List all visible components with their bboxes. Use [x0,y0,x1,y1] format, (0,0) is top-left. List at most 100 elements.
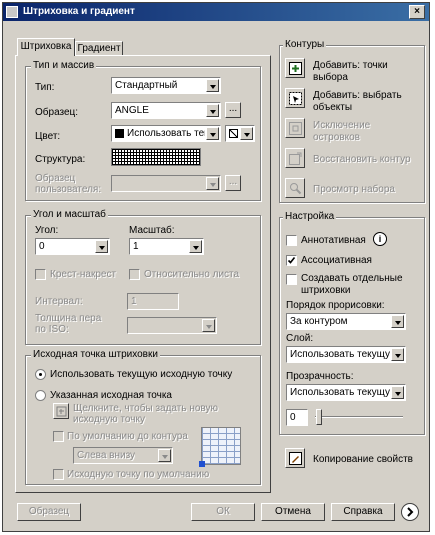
add-pick-points-label: Добавить: точки выбора [313,60,388,83]
associative-label: Ассоциативная [301,255,372,266]
recreate-boundary-label: Восстановить контур [313,154,411,165]
draw-order-combo[interactable]: За контуром [286,313,406,330]
scale-combo[interactable]: 1 [129,238,204,255]
transparency-label: Прозрачность: [286,371,354,382]
preview-button[interactable]: Образец [17,503,81,521]
pattern-browse-button[interactable]: ... [225,102,241,118]
pen-width-label: Толщина пера по ISO: [35,313,102,335]
layer-combo[interactable]: Использовать текущую [286,346,406,363]
click-set-origin-button[interactable] [53,403,69,419]
window-title: Штриховка и градиент [23,6,135,17]
chevron-down-icon[interactable] [206,127,219,140]
pick-points-icon [289,62,302,75]
inherit-properties-button[interactable] [285,448,305,468]
title-bar: Штриховка и градиент × [3,3,429,21]
remove-islands-icon [289,122,302,135]
chevron-down-icon[interactable] [391,386,404,399]
tab-hatch[interactable]: Штриховка [17,38,75,56]
angle-scale-group-title: Угол и масштаб [31,209,108,220]
default-extents-label: По умолчанию до контура [67,431,188,442]
color-label: Цвет: [35,131,61,142]
separate-hatches-checkbox[interactable] [286,274,297,285]
pattern-combo[interactable]: ANGLE [111,102,221,119]
use-current-origin-radio[interactable] [35,369,46,380]
angle-label: Угол: [35,225,59,236]
help-button[interactable]: Справка [331,503,395,521]
hatch-dialog: Штриховка и градиент × Штриховка Градиен… [2,2,430,532]
checkmark-icon [287,257,296,264]
remove-islands-button[interactable] [285,118,305,138]
scale-label: Масштаб: [129,225,175,236]
add-select-objects-button[interactable] [285,88,305,108]
default-extents-checkbox[interactable] [53,431,64,442]
user-pattern-label: Образец пользователя: [35,173,102,195]
store-default-origin-label: Исходную точку по умолчанию [67,469,210,480]
hatch-origin-group-title: Исходная точка штриховки [31,349,160,360]
transparency-value-input[interactable]: 0 [286,409,308,426]
position-combo[interactable]: Слева внизу [73,447,173,464]
type-label: Тип: [35,82,55,93]
pen-width-combo[interactable] [127,317,217,334]
pattern-label: Образец: [35,107,79,118]
chevron-down-icon[interactable] [391,315,404,328]
magnifier-icon [290,183,302,195]
interval-label: Интервал: [35,296,83,307]
transparency-slider-thumb[interactable] [316,409,322,425]
color-swatch-icon [115,129,124,138]
close-button[interactable]: × [409,5,425,19]
annotative-checkbox[interactable] [286,235,297,246]
user-pattern-combo[interactable] [111,175,221,192]
click-set-origin-label: Щелкните, чтобы задать новую исходную то… [73,403,219,425]
view-selections-button[interactable] [285,178,305,198]
view-selections-label: Просмотр набора [313,184,395,195]
more-options-button[interactable] [401,503,419,521]
specified-origin-radio[interactable] [35,390,46,401]
color-combo[interactable]: Использовать теку [111,125,221,142]
remove-islands-label: Исключение островков [313,120,371,143]
chevron-down-icon[interactable] [240,127,253,140]
pick-point-icon [56,406,67,417]
crosshatch-checkbox[interactable] [35,269,46,280]
angle-combo[interactable]: 0 [35,238,110,255]
chevron-down-icon[interactable] [391,348,404,361]
chevron-down-icon[interactable] [189,240,202,253]
relative-paper-label: Относительно листа [144,269,240,280]
layer-label: Слой: [286,333,314,344]
use-current-origin-label: Использовать текущую исходную точку [50,369,233,380]
chevron-right-icon [407,507,414,517]
draw-order-label: Порядок прорисовки: [286,300,385,311]
annotative-label: Аннотативная [301,235,366,246]
chevron-down-icon[interactable] [95,240,108,253]
type-combo[interactable]: Стандартный [111,77,221,94]
chevron-down-icon[interactable] [158,449,171,462]
relative-paper-checkbox[interactable] [129,269,140,280]
contours-group-title: Контуры [283,39,327,50]
transparency-slider-track[interactable] [315,416,403,418]
brush-icon [289,452,302,465]
user-pattern-browse-button[interactable]: ... [225,175,241,191]
store-default-origin-checkbox[interactable] [53,469,64,480]
no-color-icon [229,129,238,138]
associative-checkbox[interactable] [286,255,297,266]
crosshatch-label: Крест-накрест [50,269,117,280]
separate-hatches-label: Создавать отдельные штриховки [301,273,403,296]
tab-gradient[interactable]: Градиент [75,41,123,56]
recreate-boundary-icon [289,152,302,165]
transparency-combo[interactable]: Использовать текущую [286,384,406,401]
cancel-button[interactable]: Отмена [261,503,325,521]
origin-preview-image [199,427,241,467]
recreate-boundary-button[interactable] [285,148,305,168]
interval-input[interactable]: 1 [127,293,179,310]
inherit-properties-label: Копирование свойств [313,454,413,465]
add-pick-points-button[interactable] [285,58,305,78]
info-icon[interactable]: i [373,232,387,246]
chevron-down-icon[interactable] [202,319,215,332]
pattern-preview[interactable] [111,148,201,166]
chevron-down-icon[interactable] [206,104,219,117]
chevron-down-icon[interactable] [206,177,219,190]
app-icon [6,6,18,18]
ok-button[interactable]: ОК [191,503,255,521]
select-objects-icon [289,92,302,105]
background-color-combo[interactable] [225,125,255,142]
chevron-down-icon[interactable] [206,79,219,92]
